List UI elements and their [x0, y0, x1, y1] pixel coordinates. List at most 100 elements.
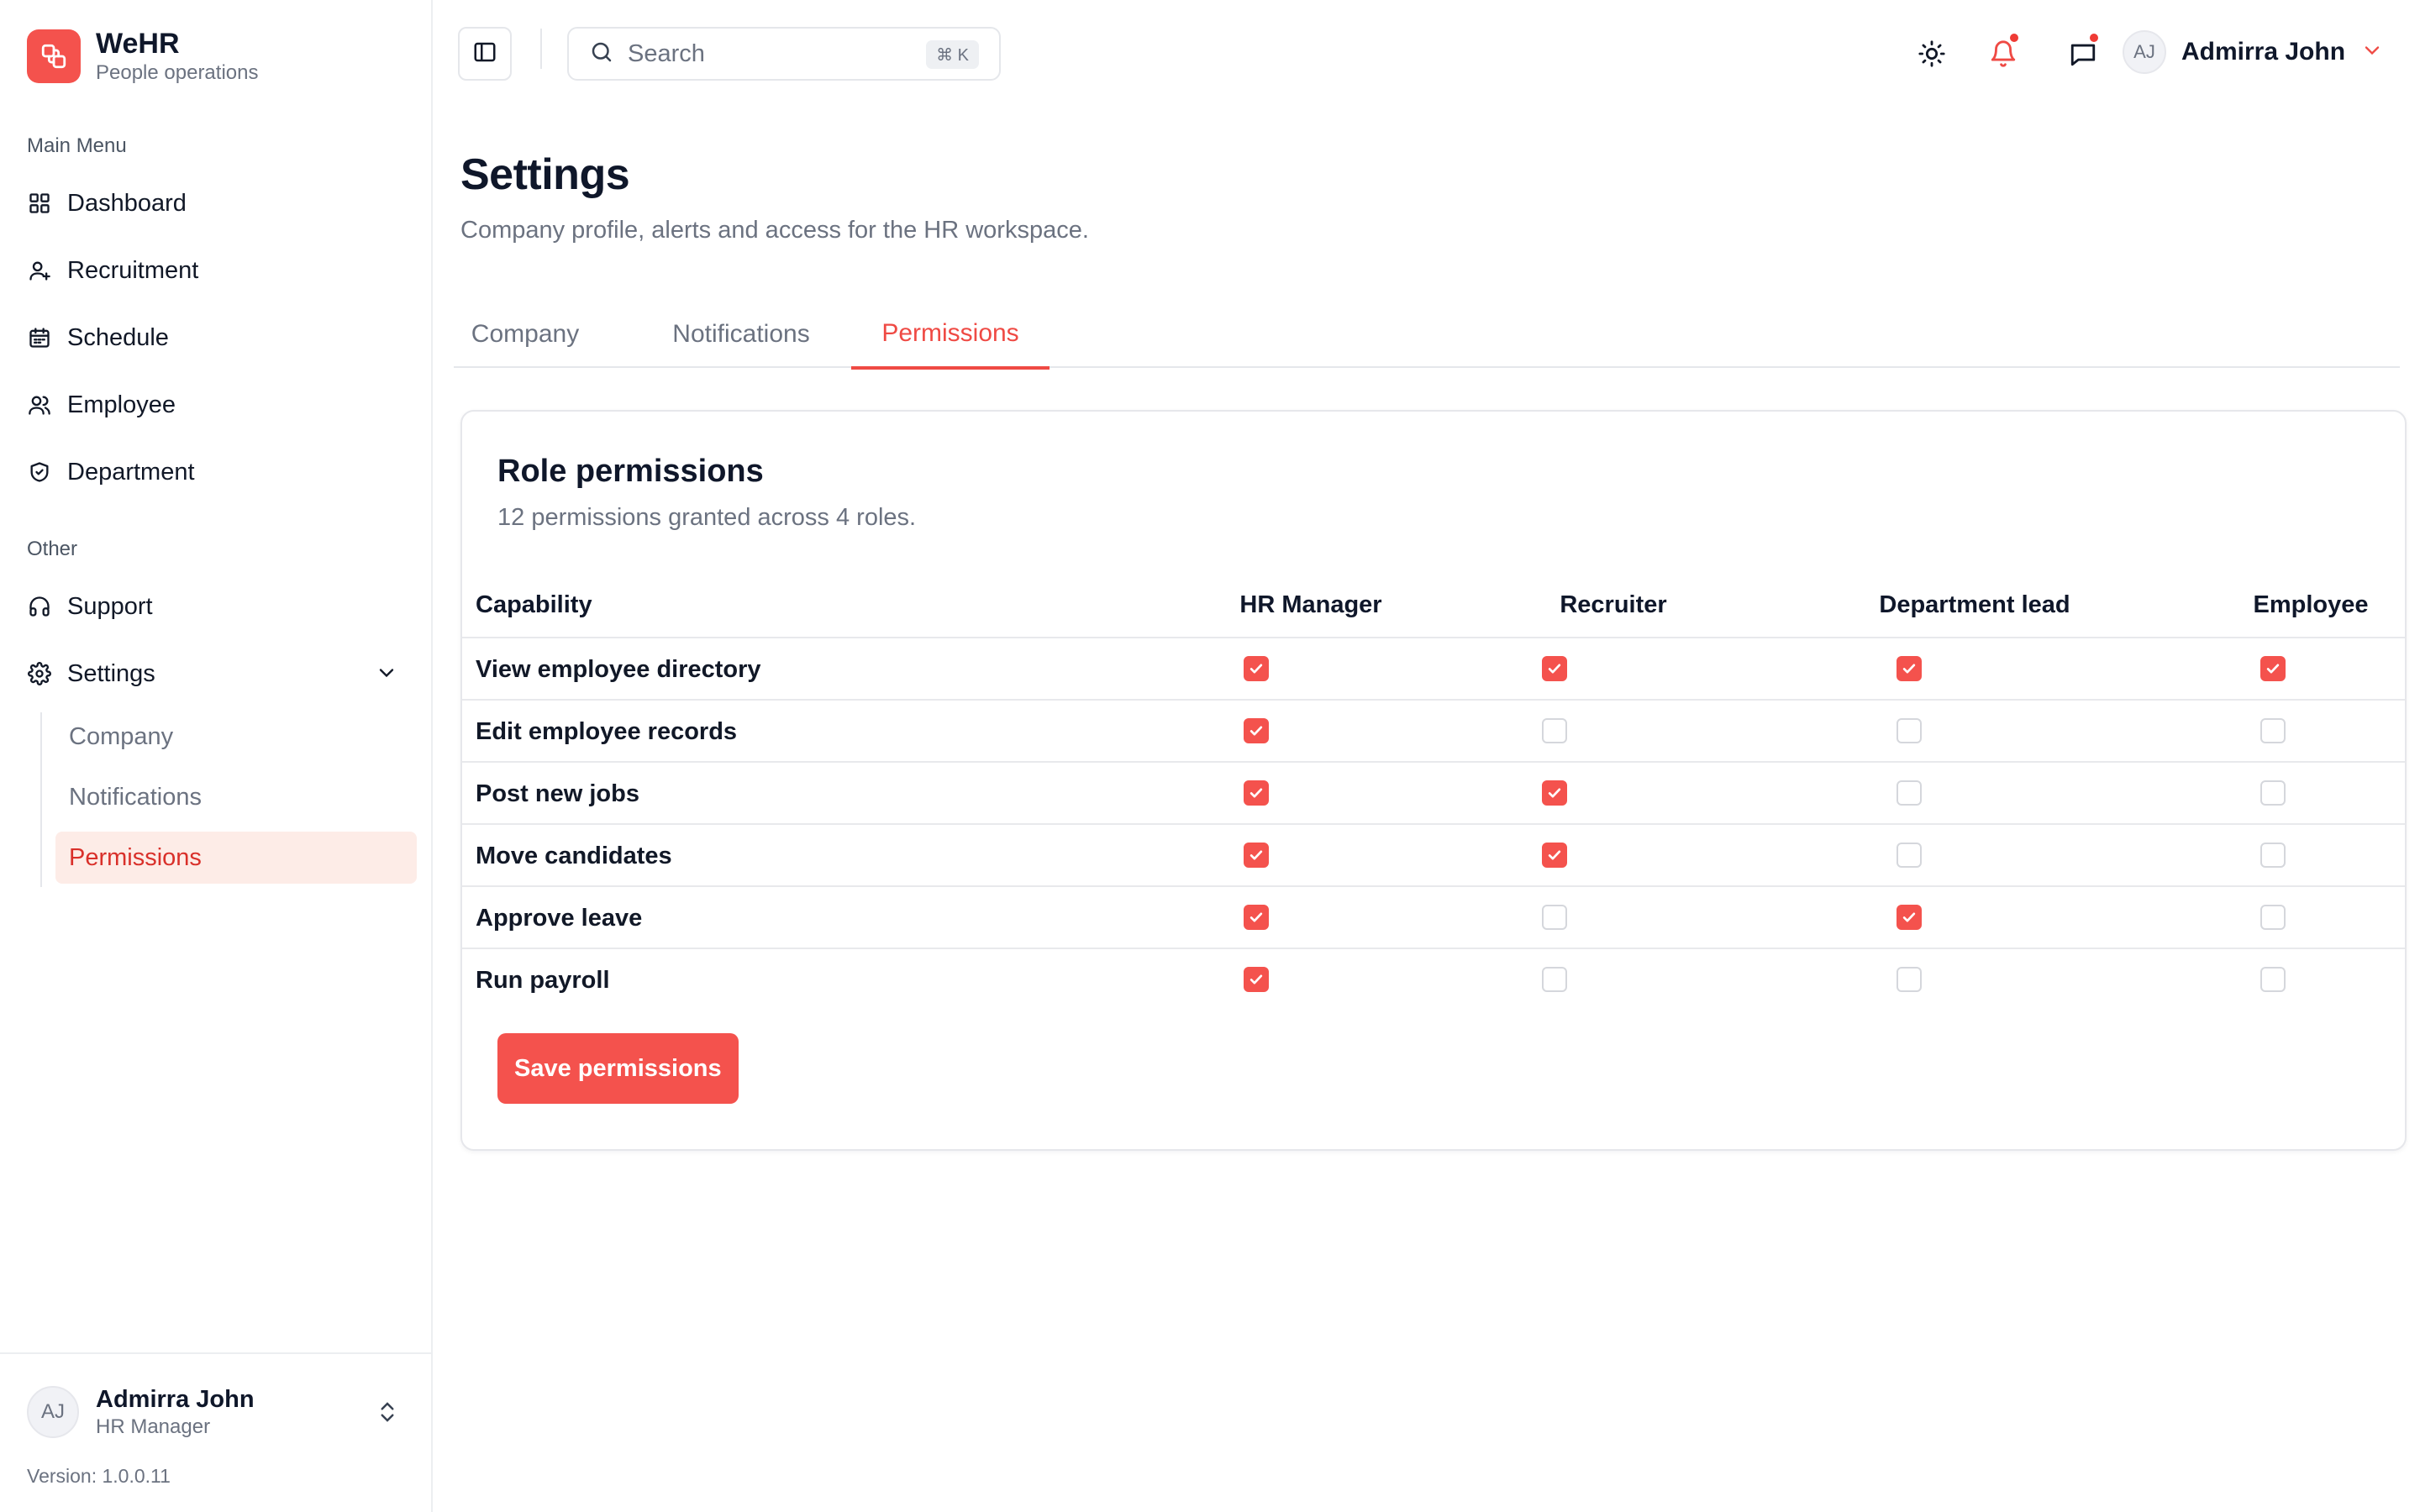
- permission-checkbox-employee[interactable]: [2260, 905, 2286, 930]
- sidebar-item-employee[interactable]: Employee: [27, 381, 413, 428]
- subnav-item-company[interactable]: Company: [55, 711, 417, 763]
- permission-checkbox-employee[interactable]: [2260, 780, 2286, 806]
- sidebar-item-recruitment[interactable]: Recruitment: [27, 247, 413, 294]
- headphones-icon: [27, 594, 52, 619]
- check-icon: [1249, 664, 1263, 674]
- shield-icon: [27, 459, 52, 485]
- permission-checkbox-hr-manager[interactable]: [1244, 843, 1269, 868]
- avatar: AJ: [27, 1386, 79, 1438]
- table-row: Edit employee records: [462, 701, 2405, 763]
- permission-checkbox-hr-manager[interactable]: [1244, 967, 1269, 992]
- subnav-item-permissions[interactable]: Permissions: [55, 832, 417, 884]
- table-row: View employee directory: [462, 638, 2405, 701]
- permission-checkbox-employee[interactable]: [2260, 656, 2286, 681]
- capability-label: Approve leave: [476, 904, 643, 932]
- permission-checkbox-department-lead[interactable]: [1897, 780, 1922, 806]
- version-text: Version: 1.0.0.11: [27, 1465, 171, 1487]
- check-icon: [1548, 788, 1561, 798]
- user-name: Admirra John: [2181, 38, 2346, 66]
- capability-label: Run payroll: [476, 966, 610, 994]
- permission-checkbox-department-lead[interactable]: [1897, 843, 1922, 868]
- permission-checkbox-employee[interactable]: [2260, 967, 2286, 992]
- capability-label: Move candidates: [476, 842, 672, 869]
- permission-checkbox-recruiter[interactable]: [1542, 967, 1567, 992]
- theme-toggle-sun-icon[interactable]: [1912, 34, 1952, 74]
- check-icon: [1548, 664, 1561, 674]
- chevrons-up-down-icon[interactable]: [375, 1399, 400, 1429]
- search-box[interactable]: ⌘ K: [567, 27, 1001, 81]
- tab-permissions[interactable]: Permissions: [851, 301, 1050, 370]
- other-label: Other: [27, 538, 78, 560]
- settings-tabs: Company Notifications Permissions: [454, 301, 2400, 370]
- sidebar-item-label: Department: [67, 458, 195, 486]
- permission-checkbox-employee[interactable]: [2260, 718, 2286, 743]
- sidebar-item-label: Dashboard: [67, 189, 187, 217]
- search-input[interactable]: [628, 39, 913, 68]
- role-header-department-lead: Department lead: [1879, 591, 2070, 618]
- permission-checkbox-hr-manager[interactable]: [1244, 905, 1269, 930]
- permission-checkbox-recruiter[interactable]: [1542, 656, 1567, 681]
- footer-user-role: HR Manager: [96, 1415, 211, 1438]
- search-shortcut: ⌘ K: [926, 40, 979, 69]
- permission-checkbox-recruiter[interactable]: [1542, 905, 1567, 930]
- sidebar-toggle-icon: [472, 39, 497, 69]
- permission-checkbox-recruiter[interactable]: [1542, 843, 1567, 868]
- permission-checkbox-department-lead[interactable]: [1897, 905, 1922, 930]
- calendar-icon: [27, 325, 52, 350]
- permission-checkbox-department-lead[interactable]: [1897, 656, 1922, 681]
- check-icon: [1249, 850, 1263, 860]
- message-icon[interactable]: [2063, 32, 2103, 74]
- capability-header: Capability: [476, 591, 592, 618]
- sidebar-item-support[interactable]: Support: [27, 583, 413, 630]
- sidebar: WeHR People operations Main Menu Dashboa…: [0, 0, 433, 1512]
- permission-checkbox-recruiter[interactable]: [1542, 780, 1567, 806]
- sidebar-item-label: Support: [67, 592, 153, 620]
- check-icon: [1902, 912, 1916, 922]
- sidebar-item-label: Employee: [67, 391, 176, 418]
- sidebar-toggle-button[interactable]: [458, 27, 512, 81]
- table-row: Post new jobs: [462, 763, 2405, 825]
- bell-icon[interactable]: [1983, 32, 2023, 74]
- brand-subtitle: People operations: [96, 61, 259, 84]
- gear-icon: [27, 661, 52, 686]
- avatar: AJ: [2123, 30, 2166, 74]
- tab-company[interactable]: Company: [462, 301, 588, 368]
- user-menu[interactable]: AJ Admirra John: [2123, 30, 2384, 74]
- capability-label: View employee directory: [476, 655, 761, 683]
- topbar: ⌘ K AJ Admirra John: [434, 0, 2420, 108]
- card-summary: 12 permissions granted across 4 roles.: [497, 504, 917, 531]
- notification-dot: [2008, 32, 2020, 44]
- chevron-down-icon: [375, 661, 398, 691]
- subnav-line: [40, 712, 42, 887]
- sidebar-item-dashboard[interactable]: Dashboard: [27, 180, 413, 227]
- tab-notifications[interactable]: Notifications: [645, 301, 837, 368]
- permission-checkbox-recruiter[interactable]: [1542, 718, 1567, 743]
- capability-label: Post new jobs: [476, 780, 639, 807]
- footer-user[interactable]: AJ Admirra John HR Manager: [27, 1384, 255, 1440]
- sidebar-item-schedule[interactable]: Schedule: [27, 314, 413, 361]
- save-permissions-button[interactable]: Save permissions: [497, 1033, 739, 1104]
- permission-checkbox-department-lead[interactable]: [1897, 718, 1922, 743]
- brand-logo-icon: [27, 29, 81, 83]
- brand[interactable]: WeHR People operations: [27, 27, 258, 86]
- table-row: Move candidates: [462, 825, 2405, 887]
- main-menu-label: Main Menu: [27, 134, 127, 157]
- table-header: Capability HR Manager Recruiter Departme…: [462, 571, 2405, 638]
- permission-checkbox-hr-manager[interactable]: [1244, 780, 1269, 806]
- check-icon: [1249, 974, 1263, 984]
- role-header-employee: Employee: [2253, 591, 2369, 618]
- sidebar-item-label: Settings: [67, 659, 155, 687]
- permission-checkbox-hr-manager[interactable]: [1244, 718, 1269, 743]
- sidebar-item-department[interactable]: Department: [27, 449, 413, 496]
- page-title: Settings: [460, 150, 630, 199]
- permission-checkbox-department-lead[interactable]: [1897, 967, 1922, 992]
- sidebar-item-settings[interactable]: Settings: [27, 650, 413, 697]
- brand-name: WeHR: [96, 28, 180, 60]
- footer-user-name: Admirra John: [96, 1386, 255, 1413]
- check-icon: [2266, 664, 2280, 674]
- subnav-item-notifications[interactable]: Notifications: [55, 771, 417, 823]
- check-icon: [1902, 664, 1916, 674]
- permission-checkbox-employee[interactable]: [2260, 843, 2286, 868]
- permission-checkbox-hr-manager[interactable]: [1244, 656, 1269, 681]
- check-icon: [1548, 850, 1561, 860]
